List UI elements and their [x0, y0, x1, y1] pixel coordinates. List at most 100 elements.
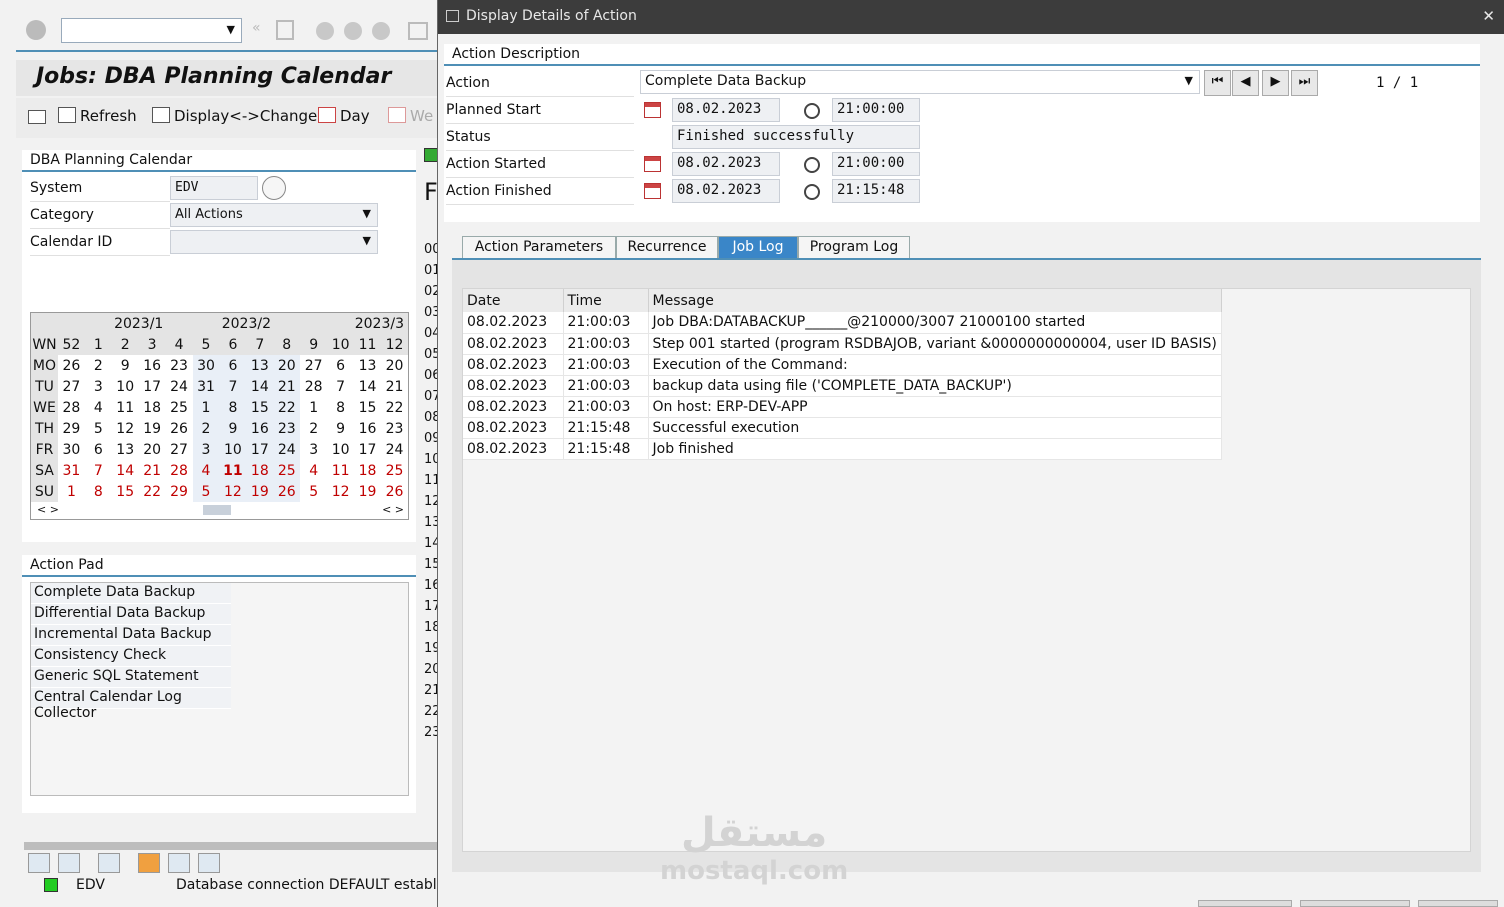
week-button[interactable]: We — [388, 107, 433, 125]
action-pad-item[interactable]: Consistency Check — [31, 646, 231, 667]
calendar-day[interactable]: 27 — [58, 376, 85, 397]
week-number[interactable]: 3 — [138, 334, 166, 355]
week-number[interactable]: 52 — [57, 334, 85, 355]
calendar-day[interactable]: 26 — [166, 418, 193, 439]
calendar-day[interactable]: 23 — [381, 418, 408, 439]
tab-recurrence[interactable]: Recurrence — [616, 236, 718, 258]
calendar-day[interactable]: 9 — [219, 418, 247, 439]
week-number[interactable]: 6 — [219, 334, 247, 355]
cancel-icon[interactable] — [372, 22, 390, 40]
calendar-scrollbar[interactable]: < > < > — [35, 503, 406, 517]
system-select-icon[interactable] — [262, 176, 286, 200]
calendar-day[interactable]: 7 — [85, 460, 112, 481]
calendar-day[interactable]: 21 — [139, 460, 166, 481]
command-field[interactable]: ▼ — [61, 18, 242, 43]
calendar-day[interactable]: 16 — [354, 418, 381, 439]
action-pad-item[interactable]: Differential Data Backup — [31, 604, 231, 625]
week-number[interactable]: 4 — [165, 334, 193, 355]
calendar-day[interactable]: 21 — [273, 376, 301, 397]
calendar-day[interactable]: 22 — [381, 397, 408, 418]
calendar-day[interactable]: 13 — [112, 439, 139, 460]
calendar-day[interactable]: 27 — [300, 355, 327, 376]
calendar-day[interactable]: 5 — [300, 481, 327, 502]
week-number[interactable]: 9 — [300, 334, 328, 355]
calendar-day[interactable]: 29 — [166, 481, 193, 502]
week-number[interactable]: 5 — [192, 334, 220, 355]
calendar-day[interactable]: 18 — [246, 460, 274, 481]
calendar-day[interactable]: 30 — [58, 439, 85, 460]
calendar-day[interactable]: 28 — [300, 376, 327, 397]
calendar-day[interactable]: 10 — [112, 376, 139, 397]
action-dropdown[interactable]: Complete Data Backup ▼ — [640, 70, 1200, 94]
calendar-day[interactable]: 12 — [112, 418, 139, 439]
calendar-day[interactable]: 20 — [381, 355, 408, 376]
scroll-left-icon[interactable]: < > — [37, 503, 59, 516]
calendar-day[interactable]: 31 — [192, 376, 220, 397]
display-change-button[interactable]: Display<->Change — [152, 107, 317, 125]
calendar-icon[interactable] — [644, 156, 661, 172]
first-record-button[interactable]: ⏮ — [1204, 70, 1231, 96]
calendar-day[interactable]: 11 — [112, 397, 139, 418]
table-row[interactable]: 08.02.2023 21:00:03 backup data using file… — [463, 375, 1222, 397]
calendar-day[interactable]: 24 — [166, 376, 193, 397]
calendar-day[interactable]: 19 — [354, 481, 381, 502]
calendar-day[interactable]: 23 — [273, 418, 301, 439]
scroll-thumb[interactable] — [203, 505, 231, 515]
week-number[interactable]: 10 — [327, 334, 355, 355]
calendar-day[interactable]: 24 — [273, 439, 301, 460]
calendar-day[interactable]: 8 — [327, 397, 354, 418]
calendar-day[interactable]: 10 — [327, 439, 354, 460]
calendar-day[interactable]: 3 — [300, 439, 327, 460]
calendar-day[interactable]: 1 — [58, 481, 85, 502]
table-row[interactable]: 08.02.2023 21:15:48 Successful execution — [463, 417, 1222, 439]
calendar-day[interactable]: 19 — [246, 481, 274, 502]
table-row[interactable]: 08.02.2023 21:00:03 Job DBA:DATABACKUP____… — [463, 312, 1222, 334]
calendar-day[interactable]: 3 — [85, 376, 112, 397]
calendar-day[interactable]: 3 — [192, 439, 220, 460]
system-field[interactable]: EDV — [170, 176, 258, 200]
details-icon[interactable] — [98, 853, 120, 873]
exit-icon[interactable] — [344, 22, 362, 40]
calendar-day[interactable]: 22 — [273, 397, 301, 418]
calendar-day[interactable]: 14 — [112, 460, 139, 481]
close-icon[interactable]: ✕ — [1482, 7, 1495, 25]
calendar-day[interactable]: 12 — [219, 481, 247, 502]
calendar-day[interactable]: 26 — [273, 481, 301, 502]
tree-collapse-icon[interactable] — [58, 853, 80, 873]
calendar-day[interactable]: 28 — [166, 460, 193, 481]
calendar-day[interactable]: 26 — [58, 355, 85, 376]
previous-record-button[interactable]: ◀ — [1232, 70, 1259, 96]
calendar-day[interactable]: 12 — [327, 481, 354, 502]
calendar-day[interactable]: 17 — [354, 439, 381, 460]
calendar-icon[interactable] — [644, 102, 661, 118]
dialog-button[interactable] — [1198, 900, 1292, 907]
calendar-day[interactable]: 13 — [246, 355, 274, 376]
week-number[interactable]: 11 — [354, 334, 381, 355]
last-record-button[interactable]: ⏭ — [1291, 70, 1318, 96]
calendar-day[interactable]: 18 — [139, 397, 166, 418]
back-icon[interactable] — [316, 22, 334, 40]
category-dropdown[interactable]: All Actions ▼ — [170, 203, 378, 227]
calendar-day[interactable]: 29 — [58, 418, 85, 439]
calendar-day[interactable]: 6 — [219, 355, 247, 376]
calendar-day[interactable]: 1 — [192, 397, 220, 418]
calendar-day[interactable]: 24 — [381, 439, 408, 460]
calendar-day[interactable]: 4 — [85, 397, 112, 418]
save-icon[interactable] — [276, 20, 294, 40]
action-pad-item[interactable]: Incremental Data Backup — [31, 625, 231, 646]
calendar-day[interactable]: 22 — [139, 481, 166, 502]
trash-icon[interactable] — [168, 853, 190, 873]
calendar-id-dropdown[interactable]: ▼ — [170, 230, 378, 254]
calendar-day[interactable]: 27 — [166, 439, 193, 460]
calendar-day[interactable]: 26 — [381, 481, 408, 502]
week-number[interactable]: 7 — [246, 334, 274, 355]
calendar-day[interactable]: 23 — [166, 355, 193, 376]
calendar-day[interactable]: 30 — [192, 355, 220, 376]
tab-job-log[interactable]: Job Log — [718, 236, 798, 258]
calendar-day[interactable]: 25 — [273, 460, 301, 481]
calendar-day[interactable]: 5 — [192, 481, 220, 502]
week-number[interactable]: 12 — [380, 334, 408, 355]
calendar-day[interactable]: 20 — [273, 355, 301, 376]
calendar-day[interactable]: 15 — [354, 397, 381, 418]
calendar-day[interactable]: 16 — [139, 355, 166, 376]
